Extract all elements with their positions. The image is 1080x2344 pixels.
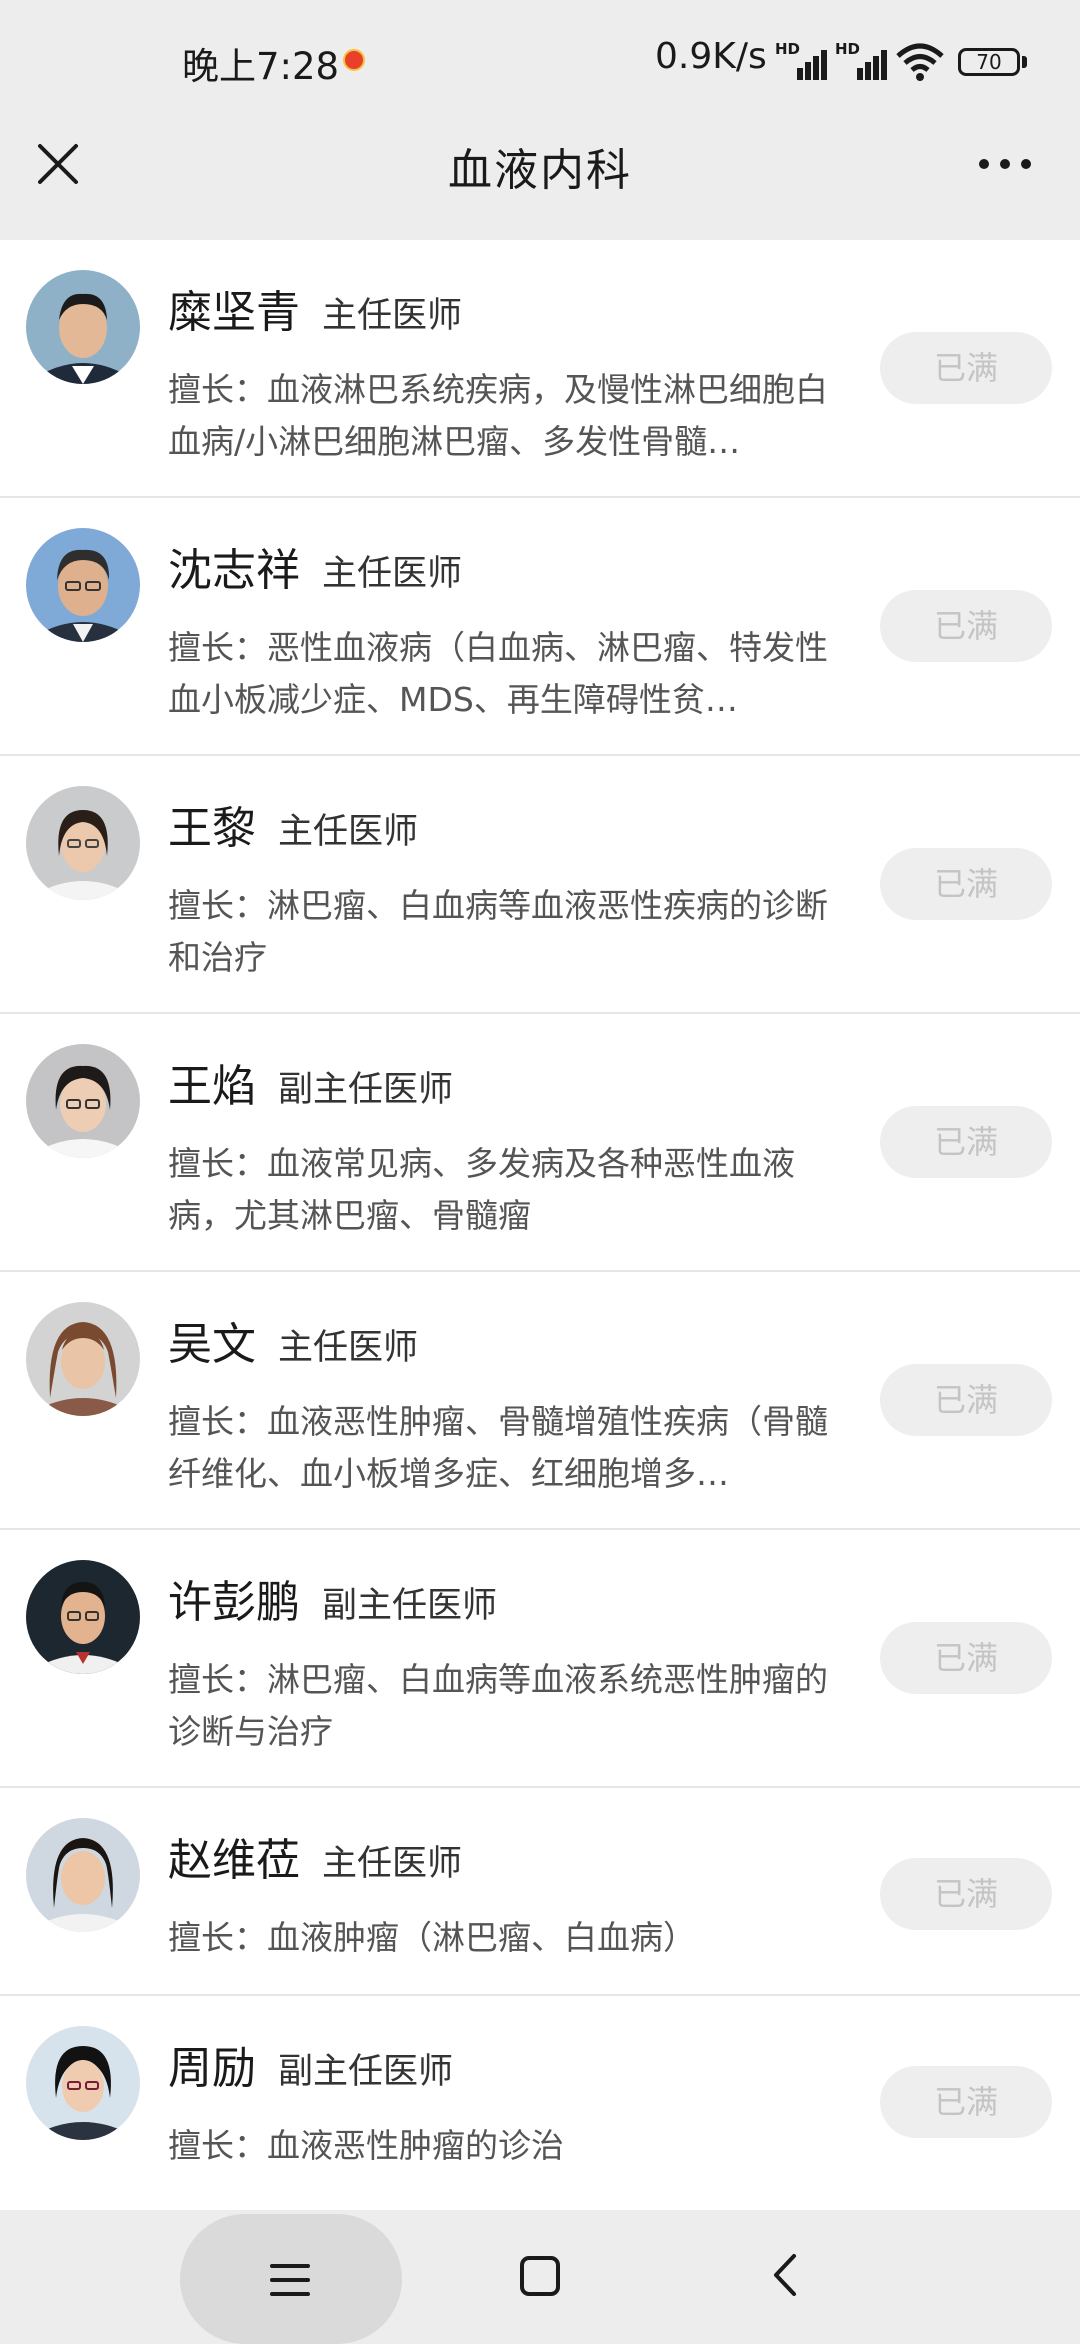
doctor-name: 王黎: [168, 803, 256, 854]
doctor-avatar: [26, 270, 140, 384]
appointment-full-button[interactable]: 已满: [880, 2066, 1052, 2138]
doctor-avatar: [26, 2026, 140, 2140]
header: 血液内科: [0, 112, 1080, 220]
doctor-title: 主任医师: [278, 1328, 419, 1368]
doctor-name: 许彭鹏: [168, 1577, 300, 1628]
doctor-row[interactable]: 王焰 副主任医师 擅长：血液常见病、多发病及各种恶性血液病，尤其淋巴瘤、骨髓瘤 已…: [0, 1014, 1080, 1272]
doctor-name: 周励: [168, 2043, 256, 2094]
doctor-specialty: 擅长：血液恶性肿瘤、骨髓增殖性疾病（骨髓纤维化、血小板增多症、红细胞增多…: [168, 1402, 828, 1493]
doctor-title: 副主任医师: [278, 1070, 454, 1110]
doctor-name: 吴文: [168, 1319, 256, 1370]
doctor-row[interactable]: 周励 副主任医师 擅长：血液恶性肿瘤的诊治 已满: [0, 1996, 1080, 2204]
doctor-specialty: 擅长：恶性血液病（白血病、淋巴瘤、特发性血小板减少症、MDS、再生障碍性贫…: [168, 628, 828, 719]
doctor-title: 主任医师: [278, 812, 419, 852]
doctor-name: 糜坚青: [168, 287, 300, 338]
page-title: 血液内科: [448, 145, 632, 196]
doctor-name-line: 周励 副主任医师: [168, 2032, 453, 2096]
appointment-full-button[interactable]: 已满: [880, 1622, 1052, 1694]
doctor-specialty: 擅长：血液恶性肿瘤的诊治: [168, 2126, 564, 2165]
doctor-avatar: [26, 1302, 140, 1416]
appointment-full-button[interactable]: 已满: [880, 1858, 1052, 1930]
doctor-title: 主任医师: [322, 296, 463, 336]
doctor-avatar: [26, 528, 140, 642]
doctor-name-line: 沈志祥 主任医师: [168, 534, 462, 598]
battery-tip: [1022, 56, 1027, 68]
doctor-avatar: [26, 786, 140, 900]
doctor-title: 副主任医师: [278, 2052, 454, 2092]
doctor-specialty: 擅长：血液肿瘤（淋巴瘤、白血病）: [168, 1918, 696, 1957]
notification-icon: [343, 49, 365, 71]
doctor-specialty: 擅长：血液淋巴系统疾病，及慢性淋巴细胞白血病/小淋巴细胞淋巴瘤、多发性骨髓…: [168, 370, 828, 461]
doctor-row[interactable]: 沈志祥 主任医师 擅长：恶性血液病（白血病、淋巴瘤、特发性血小板减少症、MDS、再…: [0, 498, 1080, 756]
doctor-specialty: 擅长：淋巴瘤、白血病等血液恶性疾病的诊断和治疗: [168, 886, 828, 977]
doctor-row[interactable]: 糜坚青 主任医师 擅长：血液淋巴系统疾病，及慢性淋巴细胞白血病/小淋巴细胞淋巴瘤、…: [0, 240, 1080, 498]
more-icon[interactable]: [975, 142, 1035, 186]
doctor-title: 副主任医师: [322, 1586, 498, 1626]
doctor-row[interactable]: 王黎 主任医师 擅长：淋巴瘤、白血病等血液恶性疾病的诊断和治疗 已满: [0, 756, 1080, 1014]
doctor-avatar: [26, 1818, 140, 1932]
doctor-name-line: 糜坚青 主任医师: [168, 276, 462, 340]
network-speed: 0.9K/s: [655, 36, 767, 77]
doctor-title: 主任医师: [322, 554, 463, 594]
signal-icon-2: HD: [835, 40, 887, 80]
appointment-full-button[interactable]: 已满: [880, 590, 1052, 662]
doctor-name: 赵维莅: [168, 1835, 300, 1886]
doctor-avatar: [26, 1044, 140, 1158]
doctor-row[interactable]: 赵维莅 主任医师 擅长：血液肿瘤（淋巴瘤、白血病） 已满: [0, 1788, 1080, 1996]
appointment-full-button[interactable]: 已满: [880, 332, 1052, 404]
doctor-list: 糜坚青 主任医师 擅长：血液淋巴系统疾病，及慢性淋巴细胞白血病/小淋巴细胞淋巴瘤、…: [0, 238, 1080, 2210]
back-icon[interactable]: [770, 2252, 800, 2298]
appointment-full-button[interactable]: 已满: [880, 848, 1052, 920]
doctor-name: 沈志祥: [168, 545, 300, 596]
hd-label-2: HD: [835, 40, 861, 58]
hd-label: HD: [775, 40, 801, 58]
status-time: 晚上7:28: [182, 45, 340, 88]
navigation-bar: [0, 2210, 1080, 2344]
doctor-name-line: 许彭鹏 副主任医师: [168, 1566, 497, 1630]
doctor-row[interactable]: 许彭鹏 副主任医师 擅长：淋巴瘤、白血病等血液系统恶性肿瘤的诊断与治疗 已满: [0, 1530, 1080, 1788]
menu-icon: [270, 2264, 310, 2296]
doctor-specialty: 擅长：血液常见病、多发病及各种恶性血液病，尤其淋巴瘤、骨髓瘤: [168, 1144, 795, 1235]
menu-button[interactable]: [180, 2214, 402, 2344]
doctor-name-line: 王黎 主任医师: [168, 792, 418, 856]
battery-level: 70: [976, 50, 1002, 74]
home-icon[interactable]: [518, 2254, 562, 2298]
status-bar: 晚上7:28 0.9K/s HD HD 70: [0, 0, 1080, 112]
doctor-row[interactable]: 吴文 主任医师 擅长：血液恶性肿瘤、骨髓增殖性疾病（骨髓纤维化、血小板增多症、红细…: [0, 1272, 1080, 1530]
doctor-name-line: 吴文 主任医师: [168, 1308, 418, 1372]
appointment-full-button[interactable]: 已满: [880, 1364, 1052, 1436]
battery-icon: 70: [958, 48, 1020, 76]
doctor-name-line: 王焰 副主任医师: [168, 1050, 453, 1114]
doctor-avatar: [26, 1560, 140, 1674]
doctor-name: 王焰: [168, 1061, 256, 1112]
doctor-specialty: 擅长：淋巴瘤、白血病等血液系统恶性肿瘤的诊断与治疗: [168, 1660, 828, 1751]
doctor-title: 主任医师: [322, 1844, 463, 1884]
doctor-name-line: 赵维莅 主任医师: [168, 1824, 462, 1888]
signal-icon: HD: [775, 40, 827, 80]
wifi-icon: [896, 43, 944, 81]
appointment-full-button[interactable]: 已满: [880, 1106, 1052, 1178]
